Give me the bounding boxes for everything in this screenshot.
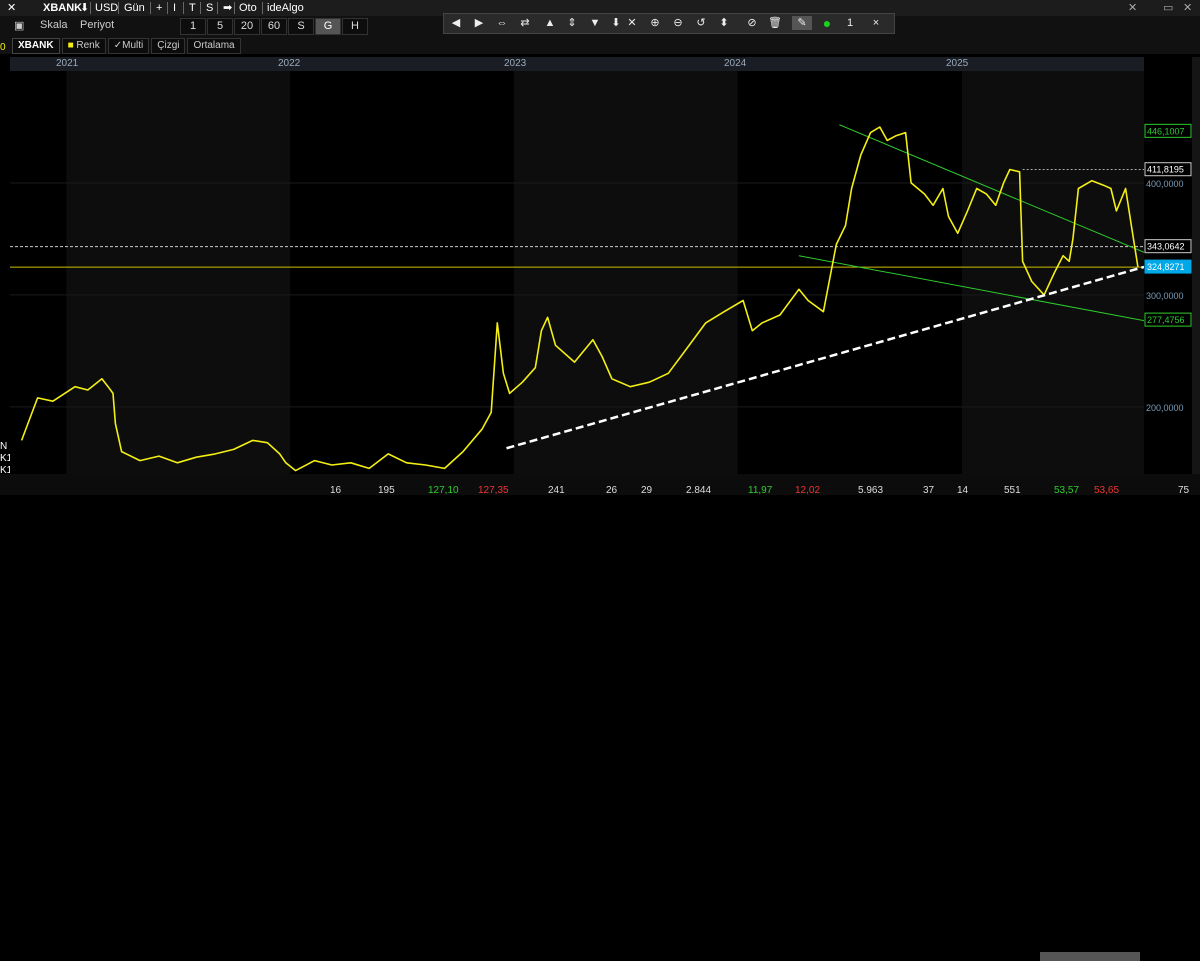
bottom-value: 2.844 — [686, 485, 712, 496]
currency-label[interactable]: USD — [92, 1, 121, 15]
year-label: 2024 — [724, 58, 747, 69]
zoom-out-icon[interactable]: ⊖ — [670, 16, 686, 30]
tab-multi[interactable]: ✓Multi — [107, 38, 150, 54]
period-label[interactable]: Gün — [121, 1, 148, 15]
period-selector: 1 5 20 60 S G H — [180, 18, 369, 35]
trash-icon[interactable]: 🗑 — [767, 16, 783, 30]
vertical-scrollbar[interactable] — [1192, 57, 1200, 475]
upper-channel-label: 446,1007 — [1147, 126, 1185, 136]
bottom-value: 75 — [1178, 485, 1190, 496]
period-60-button[interactable]: 60 — [261, 18, 287, 35]
left-edge-label: 0 — [0, 42, 6, 53]
pin-icon[interactable]: ✕ — [1125, 1, 1140, 15]
reset-icon[interactable]: ↺ — [693, 16, 709, 30]
period-g-button[interactable]: G — [315, 18, 341, 35]
i-button[interactable]: I — [170, 1, 179, 15]
period-5-button[interactable]: 5 — [207, 18, 233, 35]
pan-left-icon[interactable]: ◀ — [448, 16, 464, 30]
bottom-value: 241 — [548, 485, 565, 496]
scale-label[interactable]: Skala — [40, 19, 68, 31]
green-dot-icon[interactable]: ● — [819, 16, 835, 30]
bottom-value: 195 — [378, 485, 395, 496]
toolbar-close-icon[interactable]: × — [868, 16, 884, 30]
toolbar-count: 1 — [846, 17, 854, 29]
bottom-value: 11,97 — [748, 485, 773, 496]
bottom-value: 127,35 — [478, 485, 509, 496]
bottom-value: 127,10 — [428, 485, 459, 496]
bottom-value: 26 — [606, 485, 618, 496]
scale-icon[interactable]: ▣ — [14, 19, 24, 32]
year-label: 2022 — [278, 58, 301, 69]
expand-icon[interactable]: ⇔ — [494, 16, 510, 30]
bottom-value: 551 — [1004, 485, 1021, 496]
dotted-level-label: 343,0642 — [1147, 242, 1185, 252]
year-band — [66, 71, 291, 474]
add-button[interactable]: + — [153, 1, 165, 15]
year-axis: 2021 2022 2023 2024 2025 — [10, 57, 1144, 71]
left-edge-label: N — [0, 441, 8, 452]
lower-channel-label: 277,4756 — [1147, 315, 1185, 325]
price-axis: 200,0000 300,0000 400,0000 446,1007 411,8195… — [1144, 71, 1192, 474]
year-band — [961, 71, 1144, 474]
indicator-tabs: XBANK ■ Renk ✓Multi Çizgi Ortalama — [0, 38, 243, 54]
period-1-button[interactable]: 1 — [180, 18, 206, 35]
bottom-value: 37 — [923, 485, 935, 496]
tab-color[interactable]: ■ Renk — [61, 38, 106, 54]
close-icon[interactable]: ✕ — [4, 1, 19, 15]
window-close-icon[interactable]: ✕ — [1180, 1, 1195, 15]
bottom-value: 12,02 — [795, 485, 821, 496]
y-tick-label: 200,0000 — [1146, 403, 1184, 413]
down-icon[interactable]: ▼ — [587, 16, 603, 30]
drawing-toolbar: ◀ ▶ ⇔ ⇄ ▲ ⇕ ▼ ⬇ ✕ ⊕ ⊖ ↺ ⬍ ⊘ 🗑 ✎ ● 1 × — [443, 13, 895, 34]
bottom-value: 53,57 — [1054, 485, 1080, 496]
price-chart[interactable] — [10, 71, 1144, 474]
tab-line[interactable]: Çizgi — [151, 38, 186, 54]
bottom-value: 29 — [641, 485, 653, 496]
minimize-icon[interactable]: ▭ — [1160, 1, 1176, 15]
oto-button[interactable]: Oto — [236, 1, 260, 15]
zoom-in-icon[interactable]: ⊕ — [647, 16, 663, 30]
cancel-icon[interactable]: ⊘ — [744, 16, 760, 30]
pan-right-icon[interactable]: ▶ — [471, 16, 487, 30]
move-icon[interactable]: ⬍ — [716, 16, 732, 30]
bottom-value: 14 — [957, 485, 969, 496]
period-s-button[interactable]: S — [288, 18, 314, 35]
s-button[interactable]: S — [203, 1, 216, 15]
y-tick-label: 400,0000 — [1146, 179, 1184, 189]
bottom-value: 16 — [330, 485, 342, 496]
period-20-button[interactable]: 20 — [234, 18, 260, 35]
year-label: 2023 — [504, 58, 527, 69]
tab-average[interactable]: Ortalama — [187, 38, 241, 54]
period-h-button[interactable]: H — [342, 18, 368, 35]
horizontal-scrollbar[interactable] — [1040, 952, 1140, 961]
t-button[interactable]: T — [186, 1, 199, 15]
y-tick-label: 300,0000 — [1146, 291, 1184, 301]
up-down-icon[interactable]: ⇕ — [564, 16, 580, 30]
idealgo-button[interactable]: ideAlgo — [264, 1, 307, 15]
year-label: 2025 — [946, 58, 969, 69]
tab-color-label: Renk — [76, 40, 100, 51]
cross-icon[interactable]: ✕ — [624, 16, 640, 30]
bottom-value: 5.963 — [858, 485, 884, 496]
resistance-label: 411,8195 — [1147, 165, 1184, 175]
arrow-right-icon[interactable]: ➡ — [220, 1, 235, 15]
up-icon[interactable]: ▲ — [542, 16, 558, 30]
period-title: Periyot — [80, 19, 115, 31]
year-label: 2021 — [56, 58, 79, 69]
down-arrow-icon[interactable]: ⬇ — [608, 16, 624, 30]
tab-symbol[interactable]: XBANK — [12, 38, 60, 54]
bottom-value: 53,65 — [1094, 485, 1120, 496]
compress-icon[interactable]: ⇄ — [517, 16, 533, 30]
pencil-icon[interactable]: ✎ — [792, 16, 812, 30]
current-price-label: 324,8271 — [1147, 262, 1185, 272]
